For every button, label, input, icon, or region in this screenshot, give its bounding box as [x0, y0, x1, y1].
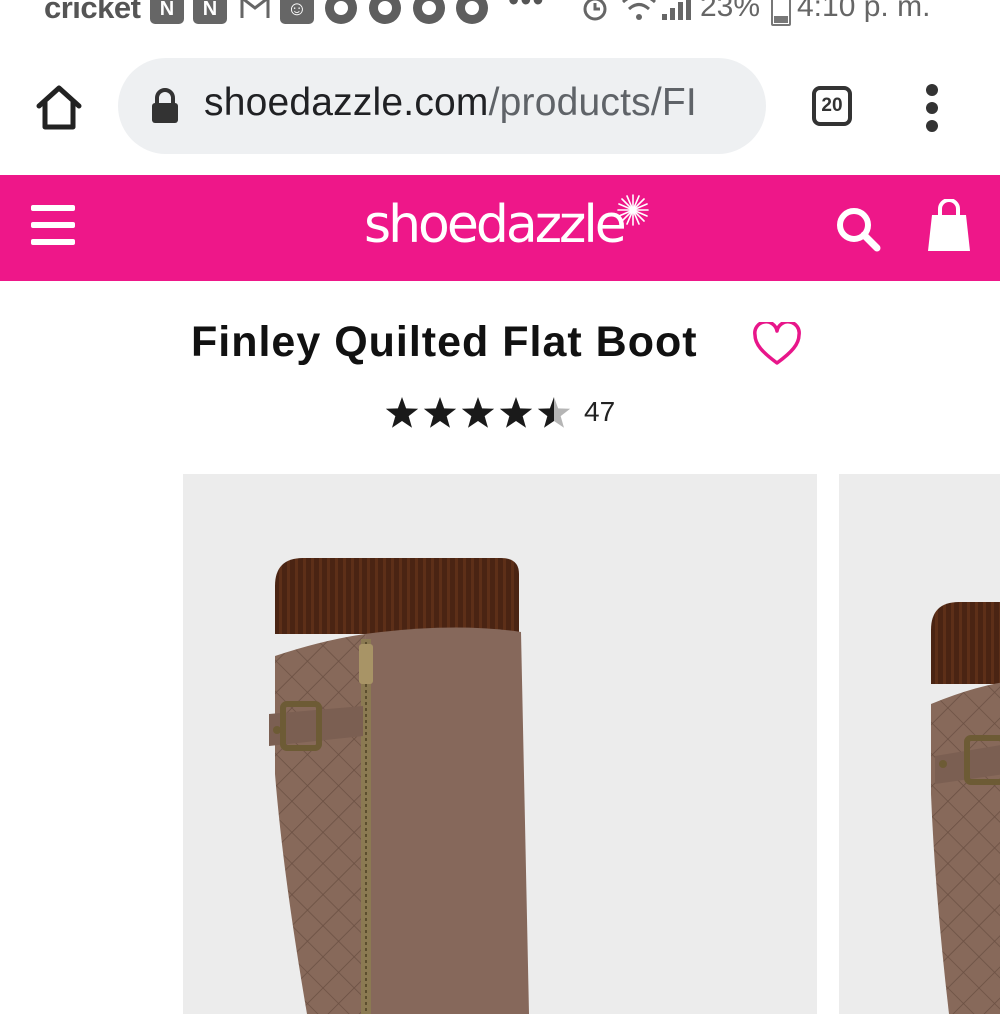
chrome-icon — [413, 0, 445, 24]
chrome-icon — [369, 0, 401, 24]
site-logo[interactable]: shoedazzle — [364, 195, 627, 255]
battery-icon — [771, 0, 791, 26]
carrier-name: cricket — [44, 0, 141, 25]
browser-toolbar: shoedazzle.com/products/FI 20 — [0, 36, 1000, 176]
heart-icon[interactable] — [752, 322, 802, 366]
address-bar[interactable]: shoedazzle.com/products/FI — [118, 58, 766, 154]
home-icon — [36, 85, 82, 130]
status-bar: cricket N N ☺ ••• 23% 4:10 p. m. — [0, 0, 1000, 36]
lock-icon — [150, 88, 180, 124]
overflow-menu-icon[interactable] — [922, 84, 942, 132]
url-text[interactable]: shoedazzle.com/products/FI — [204, 81, 697, 125]
wifi-icon — [621, 0, 657, 27]
notification-icon: N — [150, 0, 184, 24]
star-icon — [461, 397, 495, 428]
chrome-icon — [325, 0, 357, 24]
boot-image — [931, 602, 1000, 1014]
clock: 4:10 p. m. — [797, 0, 931, 23]
more-notifications-icon: ••• — [508, 0, 545, 18]
search-icon[interactable] — [834, 205, 882, 253]
rating-stars — [385, 397, 571, 428]
site-header: shoedazzle — [0, 175, 1000, 281]
star-icon — [537, 397, 571, 428]
product-title: Finley Quilted Flat Boot — [191, 318, 698, 366]
star-icon — [385, 397, 419, 428]
boot-image-next[interactable] — [839, 474, 1000, 1014]
star-icon — [423, 397, 457, 428]
sparkle-icon — [617, 194, 649, 226]
gmail-icon — [240, 0, 270, 25]
tab-switcher-button[interactable]: 20 — [812, 86, 852, 126]
review-count[interactable]: 47 — [584, 396, 615, 428]
battery-percent: 23% — [700, 0, 761, 23]
boot-image — [269, 558, 529, 1014]
shopping-bag-icon[interactable] — [926, 199, 972, 253]
mask-icon: ☺ — [280, 0, 314, 24]
url-domain: shoedazzle.com — [204, 81, 489, 124]
boot-image-main[interactable] — [183, 474, 817, 1014]
product-title-row: Finley Quilted Flat Boot — [0, 318, 1000, 374]
url-path: /products/FI — [488, 81, 697, 124]
chrome-icon — [456, 0, 488, 24]
alarm-icon — [581, 0, 609, 27]
notification-icon: N — [193, 0, 227, 24]
signal-icon — [660, 0, 694, 27]
star-icon — [499, 397, 533, 428]
home-button[interactable] — [33, 82, 85, 134]
hamburger-menu-icon[interactable] — [31, 205, 75, 245]
